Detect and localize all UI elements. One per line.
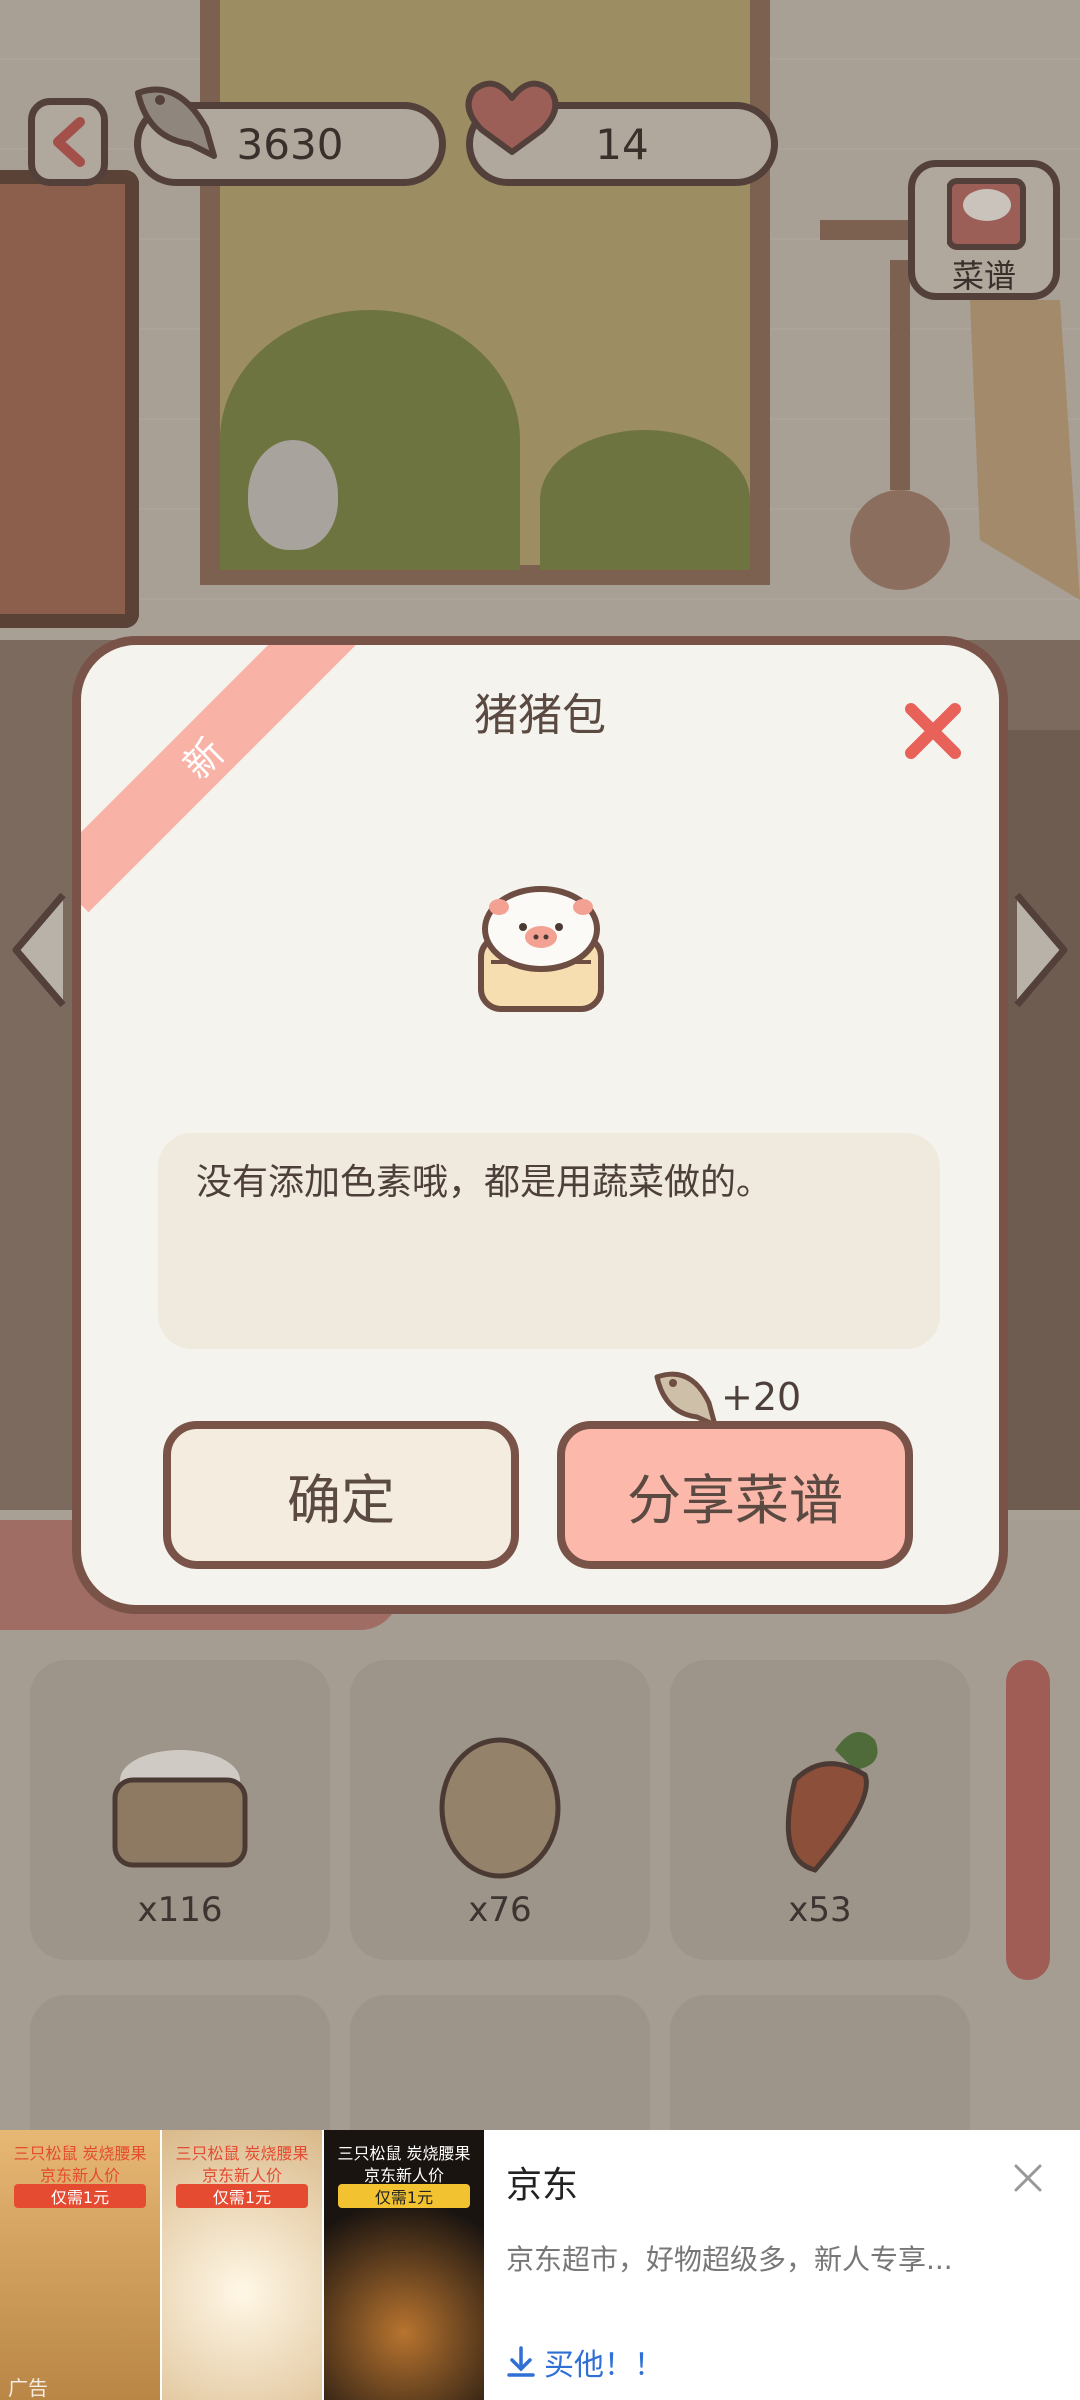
heart-icon	[465, 80, 559, 155]
ad-image-caption: 京东新人价	[39, 2166, 120, 2185]
ad-download-link[interactable]: 买他！！	[506, 2340, 664, 2384]
chef-hat-icon	[947, 178, 1026, 250]
inventory-slot[interactable]: x53	[670, 1660, 970, 1960]
ad-image-caption: 三只松鼠 炭烧腰果	[175, 2144, 309, 2163]
egg-icon	[439, 1737, 561, 1879]
inventory-slot[interactable]	[350, 1995, 650, 2130]
ad-image-caption: 三只松鼠 炭烧腰果	[337, 2144, 471, 2163]
ad-banner[interactable]: 三只松鼠 炭烧腰果 京东新人价 仅需1元 广告 三只松鼠 炭烧腰果 京东新人价 …	[0, 2130, 1080, 2400]
dialog-title: 猪猪包	[474, 690, 606, 741]
pig-bun-icon	[478, 886, 604, 1012]
ad-brand: 京东	[506, 2165, 579, 2206]
fish-count: 3630	[236, 119, 344, 169]
flour-sack-icon	[112, 1750, 248, 1868]
ad-image[interactable]: 三只松鼠 炭烧腰果 京东新人价 仅需1元	[324, 2130, 484, 2400]
back-button[interactable]	[28, 98, 108, 186]
heart-count: 14	[595, 119, 649, 169]
download-icon	[507, 2346, 535, 2377]
ad-description: 京东超市，好物超级多，新人专享...	[506, 2243, 953, 2276]
inventory-count: x116	[137, 1890, 223, 1930]
share-recipe-button[interactable]: 分享菜谱	[557, 1421, 913, 1569]
ad-image-caption: 京东新人价	[363, 2166, 444, 2185]
recipe-description: 没有添加色素哦，都是用蔬菜做的。	[196, 1162, 773, 1203]
ad-tag: 广告	[8, 2376, 48, 2400]
ad-image-caption: 三只松鼠 炭烧腰果	[13, 2144, 147, 2163]
inventory-scrollbar[interactable]	[1006, 1660, 1050, 1980]
bird-character	[248, 440, 338, 550]
next-arrow-icon[interactable]	[1012, 890, 1072, 1010]
close-icon[interactable]	[901, 699, 965, 763]
confirm-button[interactable]: 确定	[163, 1421, 519, 1569]
chevron-left-icon	[53, 117, 85, 167]
inventory-count: x76	[468, 1890, 532, 1930]
reward-amount: +20	[721, 1375, 802, 1419]
ad-image-caption: 京东新人价	[201, 2166, 282, 2185]
inventory-slot[interactable]	[30, 1995, 330, 2130]
fish-icon	[654, 1371, 718, 1428]
wall-board	[0, 170, 139, 628]
recipe-description-box: 没有添加色素哦，都是用蔬菜做的。	[158, 1133, 940, 1349]
ad-image[interactable]: 三只松鼠 炭烧腰果 京东新人价 仅需1元 广告	[0, 2130, 160, 2400]
inventory-count: x53	[788, 1890, 852, 1930]
inventory-slot[interactable]: x116	[30, 1660, 330, 1960]
inventory-slot[interactable]: x76	[350, 1660, 650, 1960]
window-hill	[540, 430, 750, 570]
recipe-book-label: 菜谱	[951, 257, 1016, 295]
previous-arrow-icon[interactable]	[8, 890, 68, 1010]
inventory-slot[interactable]	[670, 1995, 970, 2130]
recipe-book-button[interactable]: 菜谱	[908, 160, 1060, 300]
ad-image[interactable]: 三只松鼠 炭烧腰果 京东新人价 仅需1元	[162, 2130, 322, 2400]
ad-image-caption: 仅需1元	[14, 2184, 146, 2208]
ad-cta-label: 买他！！	[544, 2348, 664, 2383]
new-badge: 新	[81, 645, 358, 913]
ad-image-caption: 仅需1元	[338, 2184, 470, 2208]
ad-image-caption: 仅需1元	[176, 2184, 308, 2208]
carrot-icon	[785, 1732, 878, 1873]
fish-icon	[135, 86, 217, 159]
recipe-unlock-dialog: 新 猪猪包 没有添加色素哦，都是用蔬菜做的。 +20 确定 分享菜谱	[72, 636, 1008, 1614]
close-icon[interactable]	[1010, 2160, 1046, 2196]
